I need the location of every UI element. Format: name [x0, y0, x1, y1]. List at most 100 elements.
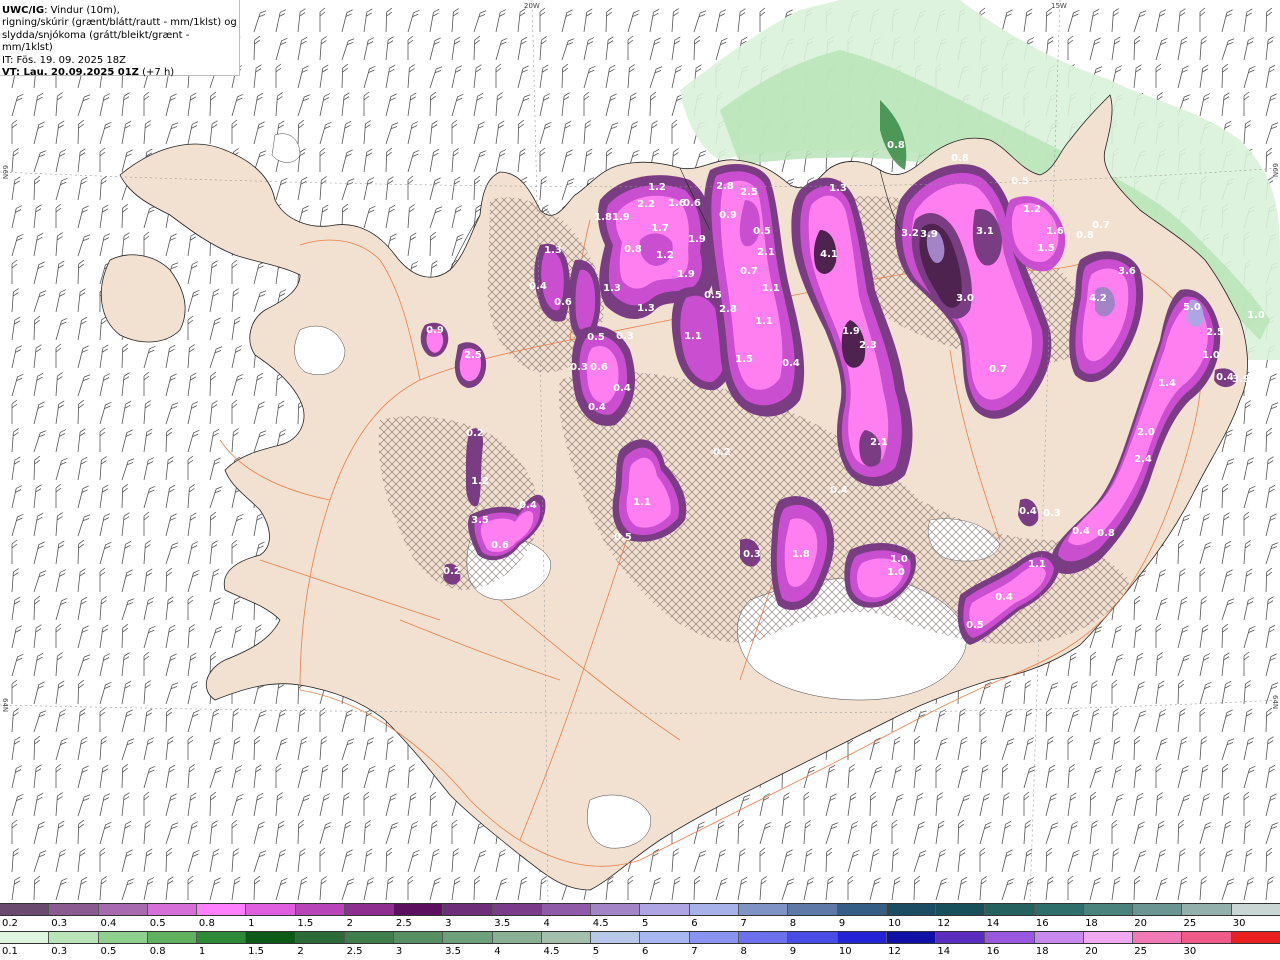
precip-value-label: 1.1: [633, 497, 651, 508]
title-line-2: rigning/skúrir (grænt/blátt/rautt - mm/1…: [2, 17, 237, 29]
precip-value-label: 0.4: [995, 592, 1013, 603]
scale-swatch: [0, 904, 50, 915]
scale-swatch: [788, 932, 838, 943]
precip-value-label: 2.5: [740, 187, 758, 198]
precip-value-label: 2.0: [1137, 427, 1155, 438]
scale-tick-label: 4.5: [592, 918, 609, 929]
scale-tick-label: 16: [1035, 918, 1049, 929]
precip-value-label: 0.9: [719, 210, 737, 221]
title-description: : Vindur (10m),: [44, 5, 120, 16]
scale-tick-label: 9: [838, 918, 846, 929]
title-line-3: slydda/snjókoma (grátt/bleikt/grænt - mm…: [2, 29, 190, 54]
precip-value-label: 0.6: [590, 362, 608, 373]
valid-time-line: VT: Lau. 20.09.2025 01Z (+7 h): [2, 67, 239, 79]
precip-value-label: 1.0: [1202, 350, 1220, 361]
precip-value-label: 1.5: [1037, 243, 1055, 254]
scale-swatch: [394, 932, 444, 943]
precip-value-label: 0.6: [683, 198, 701, 209]
scale-swatch: [640, 904, 690, 915]
precip-value-label: 3.6: [1118, 266, 1136, 277]
scale-tick-label: 12: [888, 946, 901, 957]
scale-swatch: [1231, 932, 1280, 943]
precip-value-label: 1.7: [651, 223, 669, 234]
scale-tick-label: 0.5: [149, 918, 166, 929]
scale-swatch: [394, 904, 444, 915]
model-name: UWC/IG: [2, 5, 45, 16]
weather-map: 1.22.2 1.61.81.91.71.21.91.90.81.31.30.31…: [0, 0, 1280, 902]
lat-label-64n-left: 64N: [1, 698, 9, 713]
precip-value-label: 1.81.9: [594, 212, 629, 223]
precip-value-label: 0.5: [753, 226, 771, 237]
scale-tick-label: 2: [297, 946, 304, 957]
precip-value-label: 4.1: [820, 249, 838, 260]
scale-swatch: [344, 932, 395, 943]
precip-value-label: 1.1: [684, 331, 702, 342]
precip-value-label: 0.8: [1097, 528, 1115, 539]
precip-value-label: 2.1: [870, 437, 888, 448]
scale-tick-label: 9: [789, 946, 797, 957]
scale-swatch: [443, 932, 493, 943]
map-title-box: UWC/IG: Vindur (10m), rigning/skúrir (gr…: [0, 0, 240, 79]
scale-swatch: [443, 904, 493, 915]
scale-swatch: [738, 932, 789, 943]
precip-value-label: 2.5: [464, 350, 482, 361]
scale-swatch: [147, 904, 198, 915]
scale-tick-label: 1.5: [297, 918, 314, 929]
rain-color-scale: [0, 931, 1280, 944]
scale-swatch: [1083, 904, 1134, 915]
precip-value-label: 1.2: [648, 182, 666, 193]
precip-value-label: 2.5: [1206, 327, 1224, 338]
precip-value-label: 0.8: [624, 244, 642, 255]
precip-value-label: 0.5: [1011, 176, 1029, 187]
scale-swatch: [295, 932, 345, 943]
scale-swatch: [837, 904, 887, 915]
scale-tick-label: 0.3: [51, 946, 68, 957]
scale-swatch: [1182, 904, 1232, 915]
precip-value-label: 3.9: [920, 229, 938, 240]
valid-time: VT: Lau. 20.09.2025 01Z: [2, 67, 139, 79]
scale-swatch: [246, 904, 296, 915]
scale-swatch: [1034, 932, 1084, 943]
scale-tick-label: 8: [740, 946, 747, 957]
scale-tick-label: 14: [986, 918, 1000, 929]
scale-swatch: [1034, 904, 1084, 915]
precip-value-label: 3.9: [1232, 374, 1250, 385]
scale-tick-label: 10: [888, 918, 901, 929]
precip-value-label: 0.2: [443, 566, 461, 577]
scale-tick-label: 0.4: [100, 918, 117, 929]
lat-label-64n-right: 64N: [1271, 695, 1279, 710]
scale-swatch: [985, 932, 1035, 943]
precip-value-label: 1.0: [887, 567, 905, 578]
scale-tick-label: 0.5: [100, 946, 117, 957]
scale-tick-label: 5: [642, 918, 649, 929]
scale-tick-label: 0.1: [2, 946, 18, 957]
precip-value-label: 0.7: [1092, 220, 1110, 231]
scale-swatch: [147, 932, 198, 943]
precip-value-label: 1.3: [637, 303, 655, 314]
precip-value-label: 0.3: [743, 549, 761, 560]
scale-swatch: [541, 932, 592, 943]
precip-value-label: 2.8: [716, 181, 734, 192]
scale-tick-label: 1.5: [248, 946, 265, 957]
scale-swatch: [1182, 932, 1232, 943]
scale-tick-label: 18: [1085, 918, 1098, 929]
precip-value-label: 0.5: [614, 532, 632, 543]
scale-swatch: [985, 904, 1035, 915]
title-line-1: UWC/IG: Vindur (10m),: [2, 5, 239, 17]
precip-value-label: 1.8: [792, 549, 810, 560]
scale-swatch: [541, 904, 592, 915]
scale-swatch: [886, 904, 937, 915]
scale-swatch: [788, 904, 838, 915]
precip-value-label: 0.4: [519, 500, 537, 511]
snow-scale-labels: 0.2 0.3 0.4 0.5 0.8 1 1.5 2 2.5 3 3.5 4 4.5 5 6 7 8 9 10 12…: [0, 918, 1280, 930]
scale-swatch: [1083, 932, 1134, 943]
precip-value-label: 0.9: [426, 325, 444, 336]
precip-value-label: 5.0: [1183, 302, 1201, 313]
scale-tick-label: 0.2: [2, 918, 18, 929]
scale-swatch: [49, 904, 99, 915]
scale-tick-label: 14: [937, 946, 951, 957]
precip-value-label: 0.2: [466, 428, 484, 439]
precip-value-label: 4.2: [1089, 293, 1107, 304]
precip-value-label: 1.1: [1028, 559, 1046, 570]
scale-tick-label: 10: [838, 946, 852, 957]
